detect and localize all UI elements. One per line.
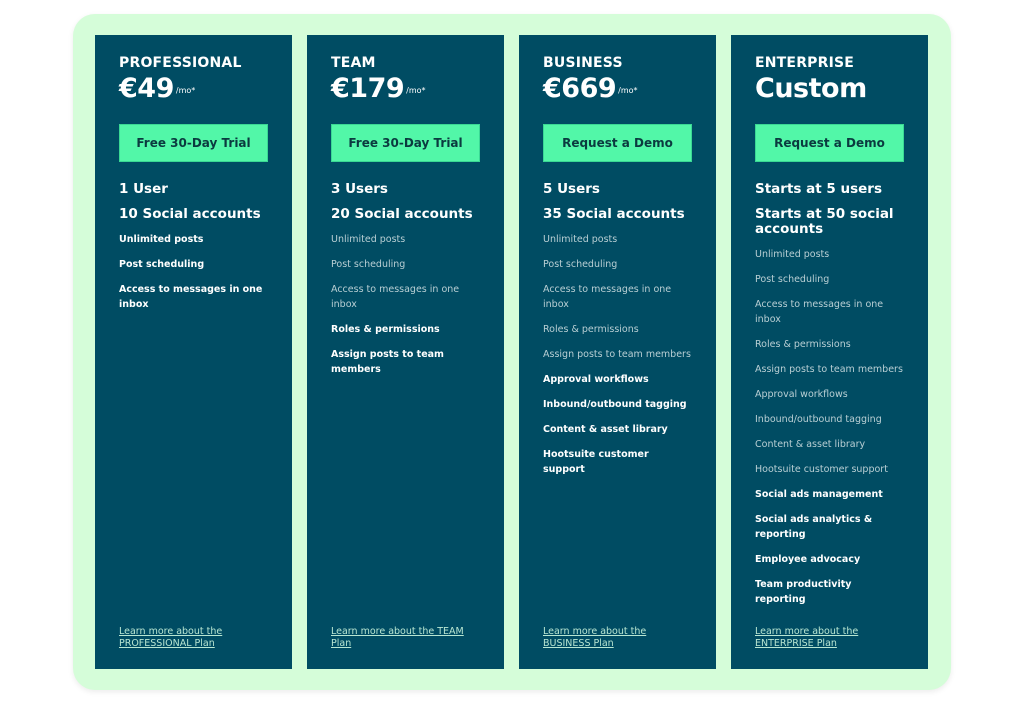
feature-item: Roles & permissions xyxy=(755,339,851,350)
plan-social-accounts: Starts at 50 social accounts xyxy=(755,206,894,237)
plan-users: 3 Users xyxy=(331,181,388,197)
plan-price: Custom xyxy=(755,73,867,105)
learn-more-link[interactable]: Learn more about the ENTERPRISE Plan xyxy=(755,626,905,650)
plan-name: BUSINESS xyxy=(543,55,623,71)
feature-item: Post scheduling xyxy=(331,259,406,270)
feature-item: Hootsuite customer support xyxy=(543,449,649,475)
plan-users: 5 Users xyxy=(543,181,600,197)
plan-users: 1 User xyxy=(119,181,168,197)
plan-social-accounts: 20 Social accounts xyxy=(331,206,473,222)
feature-item: Assign posts to team members xyxy=(755,364,903,375)
free-trial-button[interactable]: Free 30-Day Trial xyxy=(331,124,480,162)
feature-item: Content & asset library xyxy=(755,439,866,450)
price-period: /mo* xyxy=(175,86,196,95)
feature-item: Access to messages in one inbox xyxy=(755,299,884,325)
plan-price: €669/mo* xyxy=(543,73,638,105)
free-trial-button[interactable]: Free 30-Day Trial xyxy=(119,124,268,162)
feature-item: Unlimited posts xyxy=(331,234,406,245)
feature-item: Social ads management xyxy=(755,489,883,500)
plan-price: €49/mo* xyxy=(119,73,195,105)
feature-item: Employee advocacy xyxy=(755,554,861,565)
feature-item: Post scheduling xyxy=(119,259,205,270)
price-amount: €669 xyxy=(543,73,617,104)
price-amount: Custom xyxy=(755,73,867,104)
feature-list: Unlimited posts Post scheduling Access to … xyxy=(755,247,904,607)
plan-social-accounts: 10 Social accounts xyxy=(119,206,261,222)
feature-item: Roles & permissions xyxy=(543,324,639,335)
price-amount: €49 xyxy=(119,73,174,104)
plan-card-business: BUSINESS €669/mo* Request a Demo 5 Users… xyxy=(519,35,716,669)
feature-item: Unlimited posts xyxy=(119,234,204,245)
feature-item: Assign posts to team members xyxy=(331,349,444,375)
feature-item: Approval workflows xyxy=(543,374,649,385)
plan-price: €179/mo* xyxy=(331,73,426,105)
learn-more-link[interactable]: Learn more about the TEAM Plan xyxy=(331,626,481,650)
feature-item: Team productivity reporting xyxy=(755,579,852,605)
feature-list: Unlimited posts Post scheduling Access to … xyxy=(331,232,480,377)
plan-name: PROFESSIONAL xyxy=(119,55,242,71)
feature-list: Unlimited posts Post scheduling Access to … xyxy=(119,232,268,312)
plan-card-team: TEAM €179/mo* Free 30-Day Trial 3 Users … xyxy=(307,35,504,669)
feature-item: Social ads analytics & reporting xyxy=(755,514,873,540)
learn-more-link[interactable]: Learn more about the BUSINESS Plan xyxy=(543,626,693,650)
price-amount: €179 xyxy=(331,73,405,104)
plan-social-accounts: 35 Social accounts xyxy=(543,206,685,222)
learn-more-link[interactable]: Learn more about the PROFESSIONAL Plan xyxy=(119,626,269,650)
feature-list: Unlimited posts Post scheduling Access to … xyxy=(543,232,692,477)
price-period: /mo* xyxy=(406,86,426,95)
plan-name: TEAM xyxy=(331,55,376,71)
feature-item: Roles & permissions xyxy=(331,324,440,335)
feature-item: Assign posts to team members xyxy=(543,349,691,360)
feature-item: Unlimited posts xyxy=(755,249,830,260)
feature-item: Unlimited posts xyxy=(543,234,618,245)
plan-card-enterprise: ENTERPRISE Custom Request a Demo Starts … xyxy=(731,35,928,669)
feature-item: Inbound/outbound tagging xyxy=(755,414,882,425)
feature-item: Access to messages in one inbox xyxy=(119,284,263,310)
plan-users: Starts at 5 users xyxy=(755,181,882,197)
feature-item: Hootsuite customer support xyxy=(755,464,888,475)
feature-item: Access to messages in one inbox xyxy=(543,284,672,310)
price-period: /mo* xyxy=(618,86,638,95)
feature-item: Post scheduling xyxy=(543,259,618,270)
feature-item: Content & asset library xyxy=(543,424,668,435)
request-demo-button[interactable]: Request a Demo xyxy=(755,124,904,162)
plan-card-professional: PROFESSIONAL €49/mo* Free 30-Day Trial 1… xyxy=(95,35,292,669)
feature-item: Inbound/outbound tagging xyxy=(543,399,687,410)
feature-item: Post scheduling xyxy=(755,274,830,285)
plan-name: ENTERPRISE xyxy=(755,55,855,71)
feature-item: Approval workflows xyxy=(755,389,848,400)
request-demo-button[interactable]: Request a Demo xyxy=(543,124,692,162)
feature-item: Access to messages in one inbox xyxy=(331,284,460,310)
